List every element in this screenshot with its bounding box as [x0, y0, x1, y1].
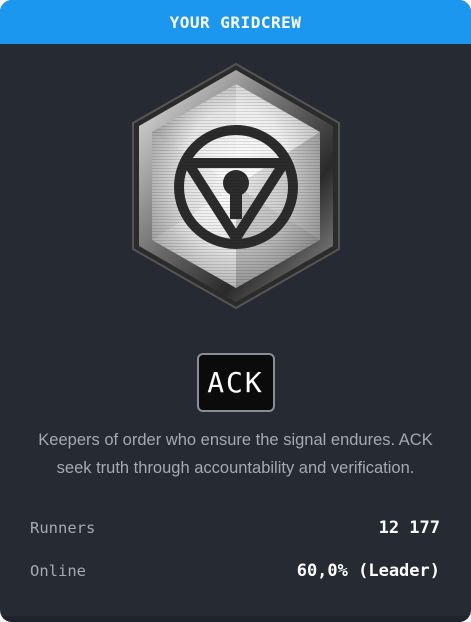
- stat-label-online: Online: [30, 562, 86, 580]
- stat-row-online: Online 60,0% (Leader): [30, 561, 440, 581]
- crew-emblem: [0, 60, 471, 312]
- card-header: YOUR GRIDCREW: [0, 0, 471, 44]
- triangle-in-circle-hexagon-icon: [131, 62, 340, 310]
- gridcrew-card: YOUR GRIDCREW ACK Keepers of order who e…: [0, 0, 471, 622]
- stat-label-runners: Runners: [30, 519, 96, 537]
- crew-tag-label: ACK: [207, 366, 264, 399]
- card-bottom-divider: [0, 616, 471, 622]
- stat-value-online: 60,0% (Leader): [296, 561, 440, 581]
- card-title: YOUR GRIDCREW: [169, 12, 302, 32]
- stat-value-runners: 12 177: [378, 518, 440, 538]
- crew-tag-wrap: ACK: [0, 353, 471, 412]
- crew-tag-badge: ACK: [196, 353, 275, 412]
- crew-description: Keepers of order who ensure the signal e…: [38, 431, 433, 477]
- stat-row-runners: Runners 12 177: [30, 518, 440, 538]
